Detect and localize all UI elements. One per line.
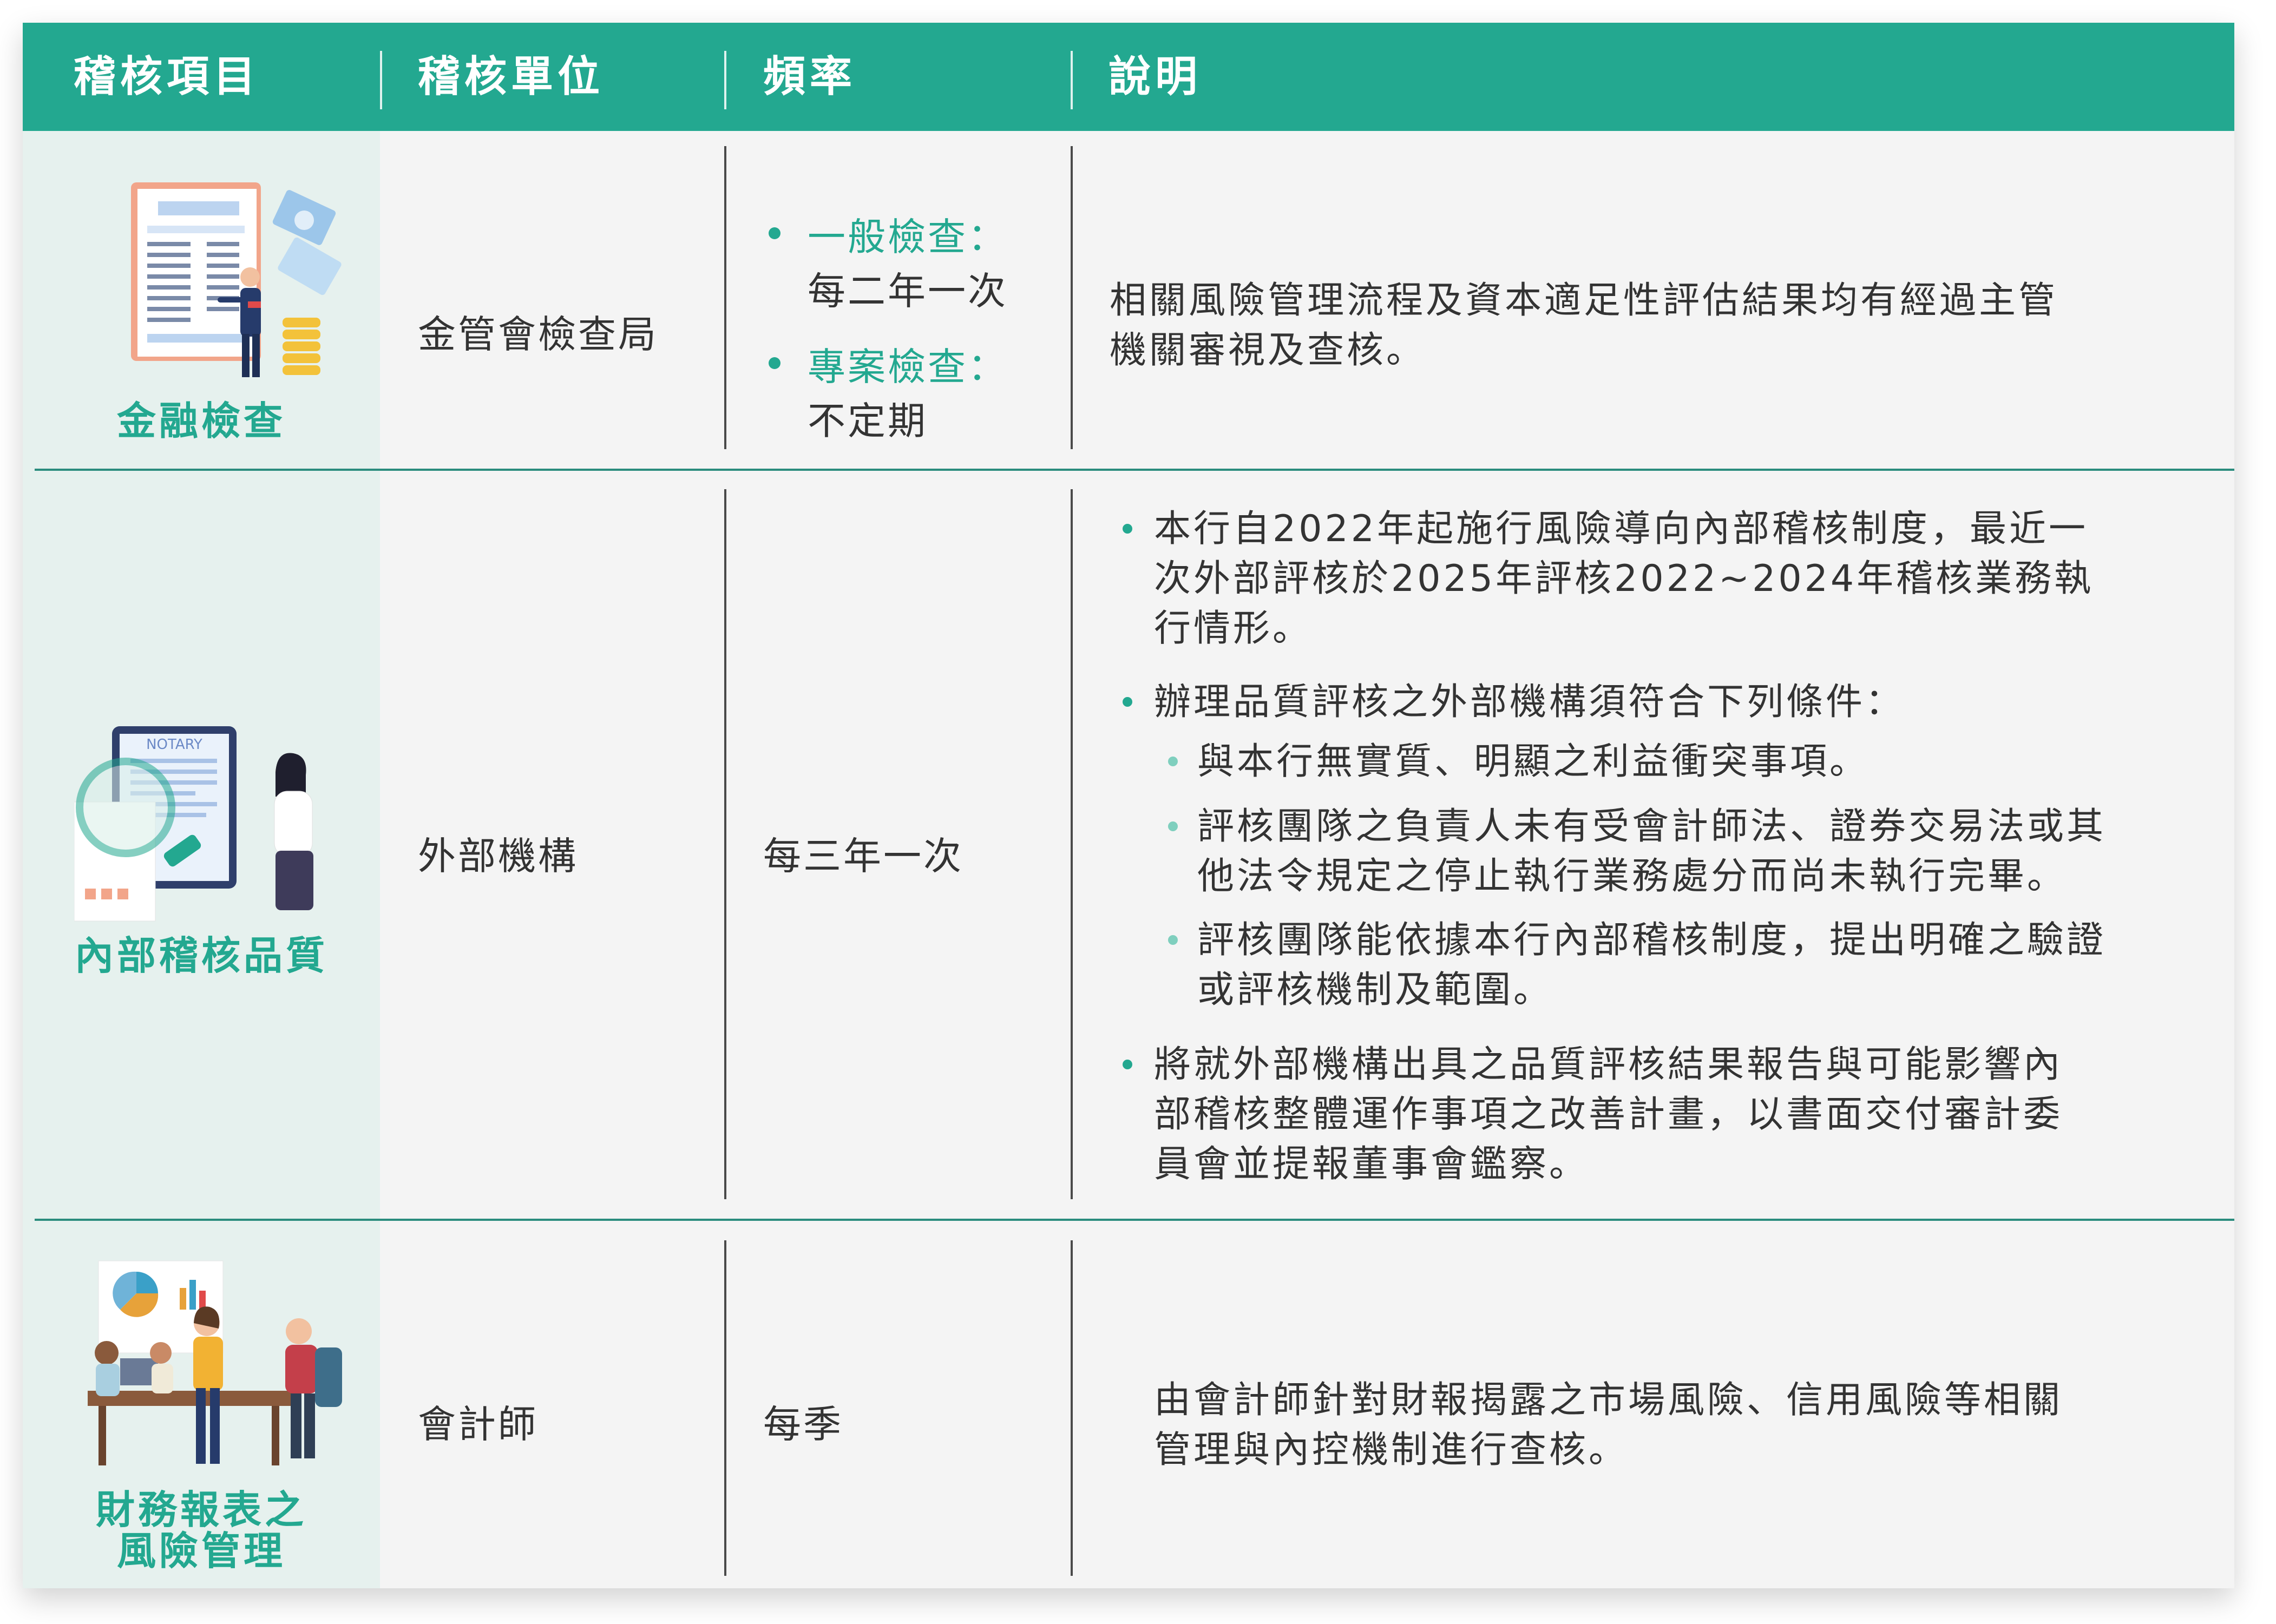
sub-bullet-dot: [1168, 935, 1178, 945]
audit-unit: 外部機構: [418, 834, 578, 878]
frequency-heading: 一般檢查：: [808, 215, 1008, 259]
column-divider: [724, 489, 726, 1199]
bullet-dot: [769, 227, 780, 239]
description-line: 機關審視及查核。: [1110, 329, 1426, 372]
header-frequency: 頻率: [763, 52, 857, 101]
header-audit-item: 稽核項目: [74, 52, 260, 101]
description-line: 將就外部機構出具之品質評核結果報告與可能影響內: [1154, 1043, 2063, 1086]
description-line: 與本行無實質、明顯之利益衝突事項。: [1197, 740, 1870, 783]
description-line: 相關風險管理流程及資本適足性評估結果均有經過主管: [1110, 279, 2058, 322]
header-audit-unit: 稽核單位: [418, 52, 605, 101]
description-line: 管理與內控機制進行查核。: [1154, 1429, 1629, 1471]
item-label-financial-exam: 金融檢查: [116, 398, 286, 444]
audit-unit: 會計師: [418, 1402, 538, 1447]
item-label-internal-audit-quality: 內部稽核品質: [74, 933, 328, 978]
description-line: 他法令規定之停止執行業務處分而尚未執行完畢。: [1197, 855, 2067, 898]
audit-table: 稽核項目 稽核單位 頻率 說明 金融檢查 金管會檢查局 一般檢查： 每二年一次 …: [23, 23, 2234, 1588]
description-line: 本行自2022年起施行風險導向內部稽核制度，最近一: [1154, 508, 2089, 550]
description-line: 評核團隊之負責人未有受會計師法、證券交易法或其: [1197, 805, 2107, 848]
description-line: 評核團隊能依據本行內部稽核制度，提出明確之驗證: [1197, 919, 2107, 962]
header-divider: [724, 51, 726, 109]
audit-unit: 金管會檢查局: [418, 312, 658, 357]
row-divider: [35, 469, 2234, 471]
meeting-team-icon: [88, 1260, 342, 1465]
notary-caption: NOTARY: [146, 737, 202, 753]
header-divider: [1071, 51, 1073, 109]
item-label-financial-statement-risk: 財務報表之: [95, 1487, 307, 1533]
frequency-heading: 專案檢查：: [808, 345, 1008, 389]
column-divider: [724, 146, 726, 449]
header-description: 說明: [1109, 52, 1202, 101]
bullet-dot: [1123, 697, 1132, 707]
description-line: 員會並提報董事會鑑察。: [1154, 1143, 1589, 1186]
frequency-value: 不定期: [808, 399, 928, 443]
description-line: 由會計師針對財報揭露之市場風險、信用風險等相關: [1154, 1379, 2063, 1422]
header-divider: [380, 51, 382, 109]
column-divider: [1071, 1240, 1073, 1576]
sub-bullet-dot: [1168, 821, 1178, 831]
financial-document-icon: [131, 182, 342, 377]
bullet-dot: [1123, 524, 1132, 534]
description-line: 行情形。: [1154, 607, 1313, 650]
item-label-financial-statement-risk: 風險管理: [116, 1528, 286, 1574]
frequency-value: 每三年一次: [763, 834, 963, 878]
column-divider: [1071, 489, 1073, 1199]
frequency-value: 每二年一次: [808, 269, 1008, 313]
frequency-value: 每季: [763, 1402, 843, 1447]
description-line: 部稽核整體運作事項之改善計畫，以書面交付審計委: [1154, 1093, 2063, 1136]
column-divider: [724, 1240, 726, 1576]
column-divider: [1071, 146, 1073, 449]
notary-magnifier-icon: NOTARY: [74, 726, 313, 922]
table-header: 稽核項目 稽核單位 頻率 說明: [23, 23, 2234, 131]
description-line: 次外部評核於2025年評核2022~2024年稽核業務執: [1154, 557, 2094, 600]
sub-bullet-dot: [1168, 757, 1178, 766]
row-divider: [35, 1219, 2234, 1221]
description-line: 辦理品質評核之外部機構須符合下列條件：: [1154, 681, 1905, 724]
bullet-dot: [769, 357, 780, 369]
bullet-dot: [1123, 1060, 1132, 1069]
description-line: 或評核機制及範圍。: [1197, 969, 1553, 1011]
